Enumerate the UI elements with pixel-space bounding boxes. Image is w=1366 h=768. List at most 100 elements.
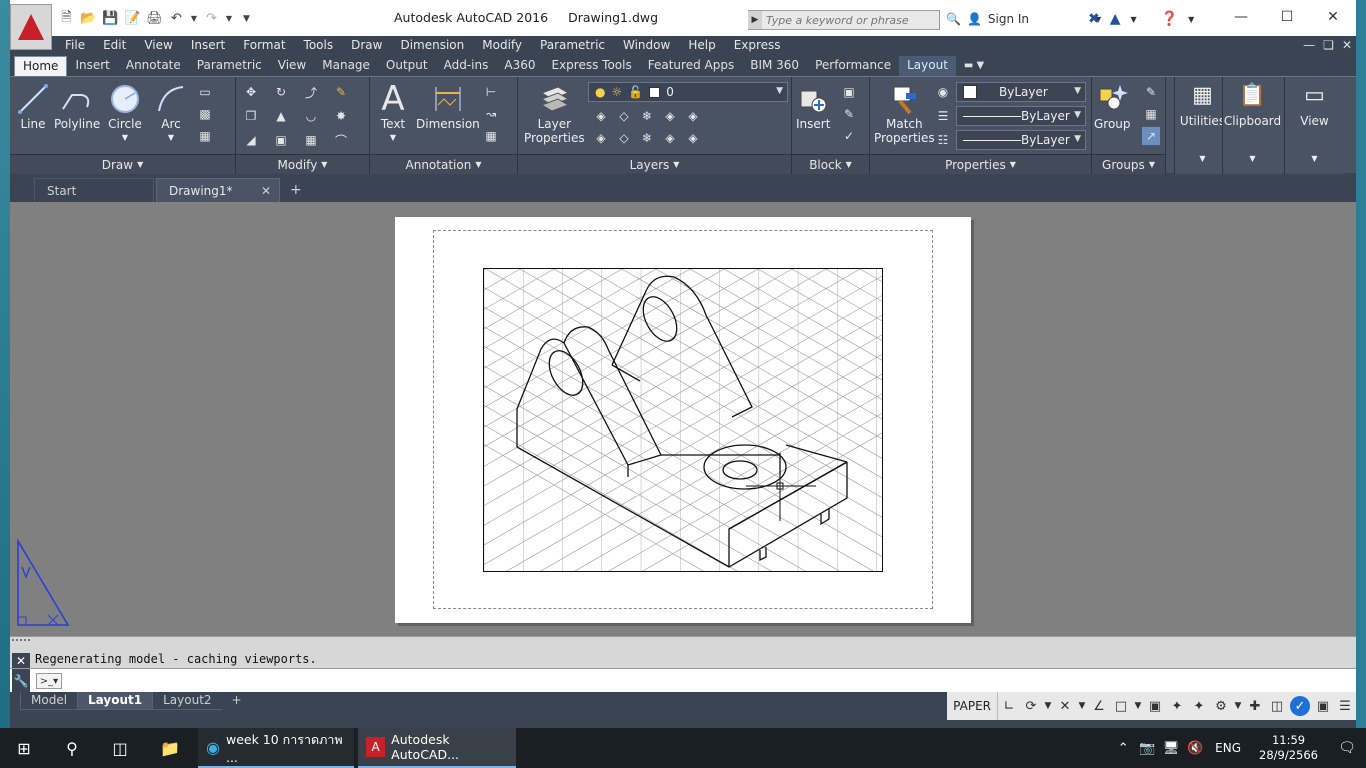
plot-icon[interactable]: 🖨 [146, 10, 163, 27]
layer-lock-icon[interactable]: ◈ [661, 107, 679, 125]
menu-dimension[interactable]: Dimension [391, 38, 473, 52]
application-menu-button[interactable] [10, 4, 52, 50]
command-grip-icon[interactable] [12, 639, 30, 643]
menu-parametric[interactable]: Parametric [531, 38, 614, 52]
help-dropdown-icon[interactable]: ▼ [1188, 15, 1194, 24]
gradient-icon[interactable]: ▦ [196, 127, 214, 145]
explode-icon[interactable]: ✸ [332, 107, 350, 125]
layer-thaw-icon[interactable]: ❄ [638, 129, 656, 147]
tray-expand-icon[interactable]: ⌃ [1111, 741, 1135, 756]
layer-isolate-icon[interactable]: ◇ [615, 107, 633, 125]
arc-dropdown-icon[interactable]: ▼ [168, 131, 174, 145]
object-snap-icon[interactable]: □ [1110, 692, 1132, 720]
annotation-monitor-icon[interactable]: ✚ [1244, 692, 1266, 720]
language-indicator[interactable]: ENG [1207, 741, 1249, 755]
menu-file[interactable]: File [56, 38, 94, 52]
layer-match-icon[interactable]: ◈ [684, 107, 702, 125]
ribbon-minimize-icon[interactable]: ▬ ▼ [956, 56, 992, 76]
tab-featured-apps[interactable]: Featured Apps [640, 56, 742, 76]
clock[interactable]: 11:59 28/9/2566 [1249, 733, 1328, 763]
linetype-dropdown[interactable]: ByLayer ▼ [956, 130, 1086, 150]
command-prompt-icon[interactable]: >_▾ [36, 673, 62, 689]
quick-properties-icon[interactable]: ✓ [1290, 696, 1310, 716]
layer-off-icon[interactable]: ◈ [592, 107, 610, 125]
close-tab-icon[interactable]: ✕ [261, 184, 271, 198]
binoculars-icon[interactable]: 🔍 [946, 12, 961, 26]
tab-express-tools[interactable]: Express Tools [544, 56, 640, 76]
doc-restore-icon[interactable]: ❏ [1323, 38, 1334, 52]
tab-output[interactable]: Output [378, 56, 436, 76]
layout-tab-layout1[interactable]: Layout1 [77, 692, 154, 710]
table-icon[interactable]: ▦ [482, 127, 500, 145]
add-layout-button[interactable]: + [221, 692, 252, 710]
search-input[interactable] [764, 11, 939, 29]
text-tool[interactable]: A Text ▼ [376, 81, 410, 145]
open-icon[interactable]: 📂 [80, 10, 97, 27]
ungroup-icon[interactable]: ✎ [1142, 83, 1160, 101]
arc-tool[interactable]: Arc ▼ [154, 81, 188, 145]
groups-panel-title[interactable]: Groups ▼ [1092, 154, 1165, 174]
undo-icon[interactable]: ↶ [168, 10, 185, 27]
tab-annotate[interactable]: Annotate [118, 56, 189, 76]
circle-dropdown-icon[interactable]: ▼ [122, 131, 128, 145]
group-selection-icon[interactable]: ↗ [1142, 127, 1160, 145]
layer-unlock-icon[interactable]: ◈ [661, 129, 679, 147]
meet-now-icon[interactable]: 📷 [1135, 741, 1159, 756]
insert-block-tool[interactable]: Insert [796, 81, 830, 131]
block-attribute-icon[interactable]: ✓ [840, 127, 858, 145]
tab-performance[interactable]: Performance [807, 56, 899, 76]
volume-muted-icon[interactable]: 🔇 [1183, 741, 1207, 756]
help-icon[interactable]: ❓ [1161, 11, 1178, 27]
array-icon[interactable]: ▦ [302, 131, 320, 149]
hatch-icon[interactable]: ▩ [196, 105, 214, 123]
polyline-tool[interactable]: Polyline [54, 81, 100, 131]
ortho-icon[interactable]: ∟ [998, 692, 1020, 720]
annotation-visibility-icon[interactable]: ✦ [1166, 692, 1188, 720]
customize-qat-icon[interactable]: ▼ [238, 10, 255, 27]
layer-unisolate-icon[interactable]: ◇ [615, 129, 633, 147]
menu-tools[interactable]: Tools [295, 38, 343, 52]
command-input[interactable] [66, 671, 1326, 691]
erase-icon[interactable]: ✎ [332, 83, 350, 101]
scale-icon[interactable]: ▣ [272, 131, 290, 149]
menu-insert[interactable]: Insert [182, 38, 234, 52]
menu-express[interactable]: Express [725, 38, 790, 52]
windows-start-icon[interactable]: ⊞ [0, 728, 48, 768]
doc-close-icon[interactable]: ✕ [1342, 38, 1352, 52]
command-close-icon[interactable]: ✕ [12, 653, 30, 669]
group-edit-icon[interactable]: ▦ [1142, 105, 1160, 123]
object-snap-tracking-icon[interactable]: ∠ [1088, 692, 1110, 720]
isolate-objects-icon[interactable]: ▣ [1312, 692, 1334, 720]
task-view-icon[interactable]: ◫ [96, 728, 144, 768]
isodraft-dropdown-icon[interactable]: ▼ [1076, 692, 1088, 720]
linear-dim-icon[interactable]: ⊢ [482, 83, 500, 101]
tab-insert[interactable]: Insert [67, 56, 117, 76]
customize-wrench-icon[interactable]: 🔧 [12, 669, 30, 693]
modify-panel-title[interactable]: Modify ▼ [236, 154, 369, 174]
isodraft-icon[interactable]: ✕ [1054, 692, 1076, 720]
undo-dropdown-icon[interactable]: ▼ [190, 10, 198, 27]
notification-center-icon[interactable]: 🗨 [1328, 728, 1366, 768]
fillet-icon[interactable]: ◡ [302, 107, 320, 125]
taskbar-autocad-app[interactable]: A Autodesk AutoCAD... [358, 728, 516, 768]
polar-tracking-icon[interactable]: ⟳ [1020, 692, 1042, 720]
menu-edit[interactable]: Edit [94, 38, 135, 52]
tab-parametric[interactable]: Parametric [189, 56, 270, 76]
layer-copy-icon[interactable]: ◈ [684, 129, 702, 147]
layer-properties-tool[interactable]: Layer Properties [524, 81, 585, 145]
color-dropdown[interactable]: ByLayer ▼ [956, 82, 1086, 102]
a360-dropdown-icon[interactable]: ▼ [1131, 15, 1137, 24]
clipboard-panel[interactable]: 📋 Clipboard ▼ [1222, 77, 1282, 174]
close-button[interactable]: ✕ [1310, 0, 1356, 34]
layer-freeze-icon[interactable]: ❄ [638, 107, 656, 125]
sign-in-area[interactable]: 🔍 👤 Sign In ▼ [946, 12, 1101, 26]
paper-space-toggle[interactable]: PAPER [947, 692, 998, 720]
layout-tab-layout2[interactable]: Layout2 [152, 692, 223, 710]
file-explorer-icon[interactable]: 📁 [146, 728, 194, 768]
search-expand-icon[interactable]: ▶ [748, 11, 762, 29]
edit-block-icon[interactable]: ✎ [840, 105, 858, 123]
menu-draw[interactable]: Draw [342, 38, 391, 52]
tab-bim-360[interactable]: BIM 360 [742, 56, 807, 76]
group-tool[interactable]: Group [1094, 81, 1131, 131]
drawing-area[interactable] [10, 202, 1356, 636]
